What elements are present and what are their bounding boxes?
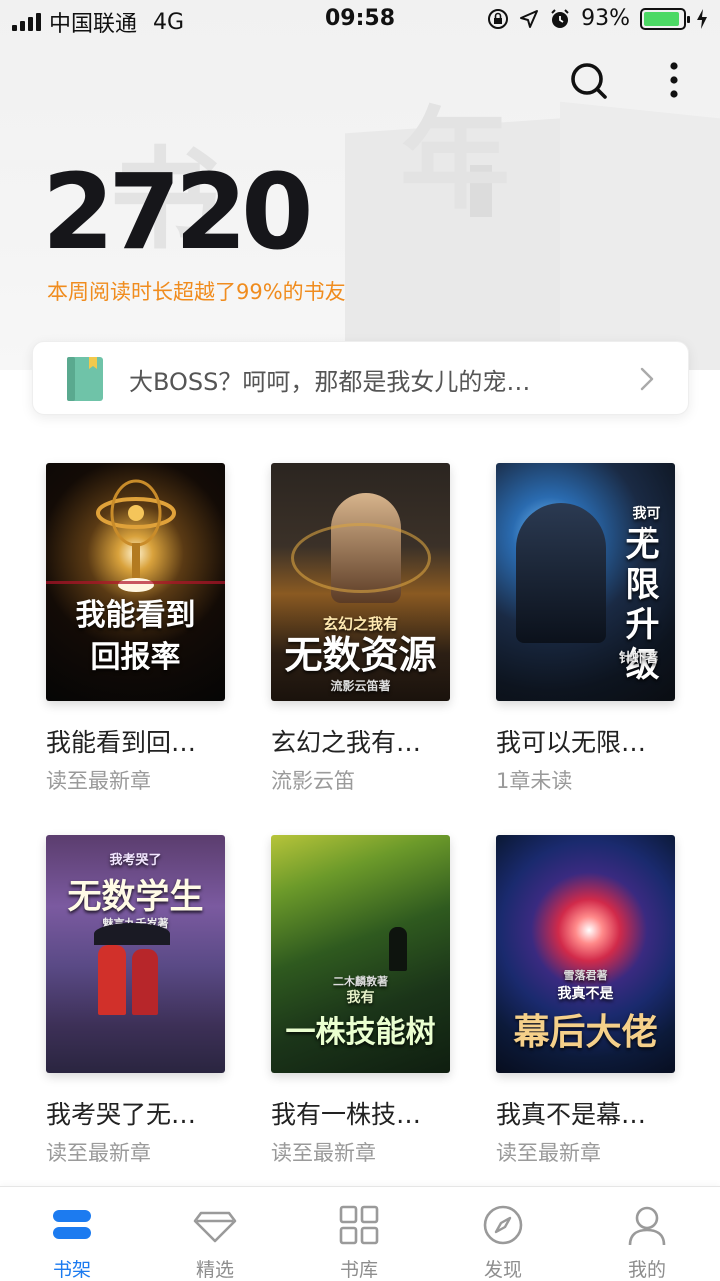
reading-time-value: 2720 xyxy=(42,151,313,273)
recent-book-title: 大BOSS？呵呵，那都是我女儿的宠… xyxy=(129,368,531,396)
book-cover[interactable]: 我可以 无限 升级 针虾著 xyxy=(496,463,675,701)
cover-author-text: 针虾著 xyxy=(618,651,658,666)
chevron-right-icon xyxy=(640,367,654,391)
recent-reading-card[interactable]: 大BOSS？呵呵，那都是我女儿的宠… xyxy=(32,341,689,415)
hero-deco-block xyxy=(560,101,720,370)
book-title: 我能看到回… xyxy=(46,728,197,757)
book-cover[interactable]: 玄幻之我有 无数资源 流影云笛著 xyxy=(271,463,450,701)
tab-library[interactable]: 书库 xyxy=(287,1187,431,1281)
book-progress: 读至最新章 xyxy=(46,769,151,793)
bottom-tab-bar: 书架 精选 书库 发现 我的 xyxy=(0,1186,720,1281)
reading-rank-caption: 本周阅读时长超越了99%的书友 xyxy=(47,280,346,304)
book-cover[interactable]: 雪落君著 我真不是 幕后大佬 xyxy=(496,835,675,1073)
search-icon[interactable] xyxy=(570,62,608,100)
tab-discover[interactable]: 发现 xyxy=(431,1187,575,1281)
compass-icon xyxy=(483,1205,523,1245)
diamond-icon xyxy=(193,1211,237,1243)
rotation-lock-icon xyxy=(488,8,509,29)
book-icon xyxy=(67,357,103,401)
tab-label: 发现 xyxy=(483,1259,522,1281)
status-bar: 中国联通 4G 09:58 93% xyxy=(0,0,720,40)
book-item[interactable]: 我考哭了 无数学生 魅言九千岁著 我考哭了无… 读至最新章 xyxy=(46,835,246,1175)
book-title: 我考哭了无… xyxy=(46,1100,197,1129)
tab-bookshelf[interactable]: 书架 xyxy=(0,1187,144,1281)
tab-featured[interactable]: 精选 xyxy=(143,1187,287,1281)
book-item[interactable]: 我可以 无限 升级 针虾著 我可以无限… 1章未读 xyxy=(496,463,696,803)
location-icon xyxy=(520,9,539,28)
book-cover[interactable]: 我考哭了 无数学生 魅言九千岁著 xyxy=(46,835,225,1073)
profile-icon xyxy=(628,1206,666,1246)
cover-top-text: 我考哭了 xyxy=(109,853,162,868)
tab-label: 精选 xyxy=(195,1259,234,1281)
battery-percent: 93% xyxy=(581,6,630,31)
book-cover[interactable]: 二木麟敦著 我有 一株技能树 xyxy=(271,835,450,1073)
book-item[interactable]: 雪落君著 我真不是 幕后大佬 我真不是幕… 读至最新章 xyxy=(496,835,696,1175)
book-item[interactable]: 二木麟敦著 我有 一株技能树 我有一株技… 读至最新章 xyxy=(271,835,471,1175)
book-item[interactable]: 玄幻之我有 无数资源 流影云笛著 玄幻之我有… 流影云笛 xyxy=(271,463,471,803)
book-title: 我有一株技… xyxy=(271,1100,422,1129)
book-progress: 读至最新章 xyxy=(46,1141,151,1165)
battery-icon xyxy=(640,7,690,30)
tab-label: 我的 xyxy=(627,1259,666,1281)
book-progress: 读至最新章 xyxy=(496,1141,601,1165)
alarm-icon xyxy=(551,8,569,28)
tab-me[interactable]: 我的 xyxy=(575,1187,719,1281)
book-author: 流影云笛 xyxy=(271,769,355,793)
book-item[interactable]: 我能看到 回报率 我能看到回… 读至最新章 xyxy=(46,463,246,803)
hero-deco-glyph: 年 xyxy=(400,95,510,224)
cover-top-text: 我真不是 xyxy=(557,986,614,1002)
charging-icon xyxy=(697,8,707,29)
cover-author-text: 流影云笛著 xyxy=(330,679,391,693)
cover-top-text: 玄幻之我有 xyxy=(322,615,398,633)
book-title: 我真不是幕… xyxy=(496,1100,647,1129)
cover-art xyxy=(96,479,176,592)
book-progress: 读至最新章 xyxy=(271,1141,376,1165)
tab-label: 书库 xyxy=(339,1259,378,1281)
bookshelf-icon xyxy=(53,1210,91,1239)
book-title: 我可以无限… xyxy=(496,728,647,757)
more-icon[interactable] xyxy=(662,60,686,100)
tab-label: 书架 xyxy=(52,1259,91,1281)
cover-top-text: 我有 xyxy=(346,990,375,1006)
book-cover[interactable]: 我能看到 回报率 xyxy=(46,463,225,701)
cover-author-text: 雪落君著 xyxy=(563,969,608,982)
status-right: 93% xyxy=(487,6,708,31)
book-progress: 1章未读 xyxy=(496,769,573,793)
book-title: 玄幻之我有… xyxy=(271,728,422,757)
grid-icon xyxy=(339,1205,379,1245)
